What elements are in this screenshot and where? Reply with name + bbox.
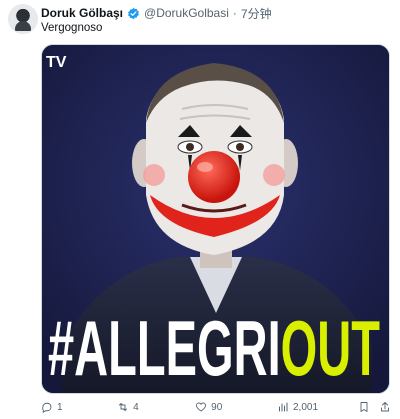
post-actions: 1 4 90 2,001	[41, 399, 395, 415]
author-handle[interactable]: @DorukGolbasi	[144, 6, 229, 20]
headline-white: ALLEGRI	[74, 304, 281, 392]
bookmark-button[interactable]	[353, 401, 374, 413]
clown-nose	[188, 151, 240, 203]
like-button[interactable]: 90	[195, 401, 277, 413]
media-illustration: TV #ALLEGRIOUT	[42, 45, 389, 393]
views-button[interactable]: 2,001	[277, 401, 353, 413]
reply-count: 1	[57, 401, 63, 413]
post-time[interactable]: 7分钟	[241, 5, 272, 22]
repost-count: 4	[133, 401, 139, 413]
views-icon	[279, 402, 288, 412]
verified-badge-icon	[128, 7, 139, 19]
reply-icon	[42, 402, 52, 413]
share-icon	[380, 402, 389, 412]
headline-yellow: OUT	[281, 304, 380, 392]
reply-button[interactable]: 1	[41, 401, 117, 413]
repost-button[interactable]: 4	[117, 401, 195, 413]
headline: #ALLEGRIOUT	[48, 304, 380, 392]
heart-icon	[196, 402, 207, 412]
logo-text: TV	[46, 54, 67, 71]
like-count: 90	[211, 401, 223, 413]
avatar[interactable]	[8, 4, 38, 34]
author-name[interactable]: Doruk Gölbaşı	[41, 6, 123, 20]
post-media-image[interactable]: TV #ALLEGRIOUT	[41, 44, 390, 394]
headline-hash: #	[48, 304, 74, 392]
repost-icon	[119, 403, 128, 411]
separator-dot: ·	[232, 6, 237, 20]
bookmark-icon	[360, 402, 368, 412]
post-text: Vergognoso	[41, 22, 103, 34]
views-count: 2,001	[293, 401, 319, 413]
post-header: Doruk Gölbaşı @DorukGolbasi · 7分钟	[41, 5, 392, 21]
share-button[interactable]	[374, 401, 395, 413]
